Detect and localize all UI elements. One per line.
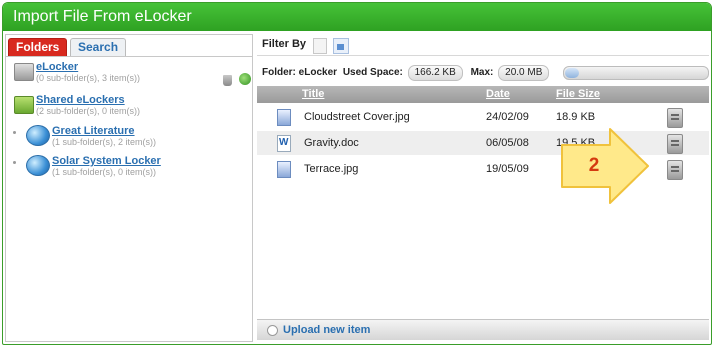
upload-new-item-link[interactable]: Upload new item xyxy=(283,324,370,336)
space-usage-bar xyxy=(563,66,709,80)
callout-arrow-icon xyxy=(561,128,649,204)
space-usage-fill xyxy=(565,68,579,78)
file-table-header: Title Date File Size xyxy=(257,86,709,103)
filter-locker-icon[interactable] xyxy=(333,38,349,54)
folder-detail: (1 sub-folder(s), 0 item(s)) xyxy=(52,167,157,177)
globe-folder-icon xyxy=(26,155,50,176)
used-space-label: Used Space: xyxy=(342,67,403,78)
file-date: 06/05/08 xyxy=(486,137,529,149)
used-space-value: 166.2 KB xyxy=(407,65,463,81)
import-file-icon[interactable] xyxy=(667,134,683,154)
table-row[interactable]: Cloudstreet Cover.jpg 24/02/09 18.9 KB xyxy=(257,105,709,129)
image-file-icon xyxy=(277,109,291,126)
folder-item-shared-elockers[interactable]: Shared eLockers (2 sub-folder(s), 0 item… xyxy=(10,94,250,122)
trash-icon[interactable] xyxy=(223,75,232,86)
folder-detail: (1 sub-folder(s), 2 item(s)) xyxy=(52,137,157,147)
folder-label: Folder: xyxy=(262,67,296,78)
file-date: 24/02/09 xyxy=(486,111,529,123)
filter-bar: Filter By xyxy=(257,34,709,56)
step-callout: 2 xyxy=(560,127,650,206)
globe-folder-icon xyxy=(26,125,50,146)
tab-search[interactable]: Search xyxy=(70,38,127,56)
folder-name[interactable]: Great Literature xyxy=(52,125,135,137)
max-value: 20.0 MB xyxy=(498,65,550,81)
folder-info-bar: Folder: eLocker Used Space: 166.2 KB Max… xyxy=(257,65,709,81)
folder-item-great-literature[interactable]: Great Literature (1 sub-folder(s), 2 ite… xyxy=(10,125,250,153)
locker-green-icon xyxy=(14,96,34,114)
file-title: Gravity.doc xyxy=(304,137,359,149)
folder-detail: (2 sub-folder(s), 0 item(s)) xyxy=(36,106,141,116)
tab-folders[interactable]: Folders xyxy=(8,38,68,56)
file-date: 19/05/09 xyxy=(486,163,529,175)
file-title: Cloudstreet Cover.jpg xyxy=(304,111,410,123)
filter-label: Filter By xyxy=(262,38,307,50)
word-doc-icon xyxy=(277,131,291,155)
expand-bullet-icon[interactable] xyxy=(13,161,16,164)
folder-pane: Folders Search eLocker (0 sub-folder(s),… xyxy=(5,34,253,342)
filter-all-icon[interactable] xyxy=(313,38,327,54)
column-date[interactable]: Date xyxy=(486,86,510,103)
add-folder-icon[interactable] xyxy=(239,73,251,85)
file-size: 18.9 KB xyxy=(556,111,596,123)
step-number: 2 xyxy=(588,155,600,176)
import-file-icon[interactable] xyxy=(667,160,683,180)
folder-item-elocker[interactable]: eLocker (0 sub-folder(s), 3 item(s)) xyxy=(10,61,250,89)
import-file-icon[interactable] xyxy=(667,108,683,128)
file-title: Terrace.jpg xyxy=(304,163,359,175)
image-file-icon xyxy=(277,161,291,178)
locker-gray-icon xyxy=(14,63,34,81)
upload-bar[interactable]: Upload new item xyxy=(257,319,709,340)
folder-name[interactable]: eLocker xyxy=(36,61,78,73)
folder-item-solar-system-locker[interactable]: Solar System Locker (1 sub-folder(s), 0 … xyxy=(10,155,250,183)
upload-icon xyxy=(267,325,278,336)
folder-detail: (0 sub-folder(s), 3 item(s)) xyxy=(36,73,141,83)
column-file-size[interactable]: File Size xyxy=(556,86,600,103)
expand-bullet-icon[interactable] xyxy=(13,131,16,134)
pane-tabs: Folders Search xyxy=(6,35,252,57)
column-title[interactable]: Title xyxy=(302,86,324,103)
dialog-title: Import File From eLocker xyxy=(3,3,711,31)
folder-name[interactable]: Shared eLockers xyxy=(36,94,125,106)
folder-name[interactable]: Solar System Locker xyxy=(52,155,161,167)
folder-value: eLocker xyxy=(298,67,338,78)
max-label: Max: xyxy=(470,67,494,78)
